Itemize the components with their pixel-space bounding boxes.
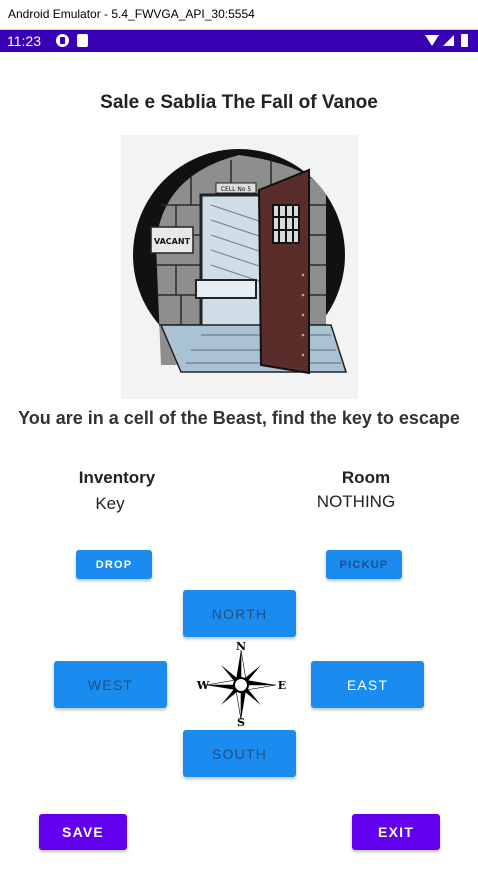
sd-card-icon <box>77 34 88 47</box>
compass-s: S <box>237 716 245 729</box>
cell-plate: CELL No 5 <box>221 186 252 193</box>
pickup-button[interactable]: PICKUP <box>326 550 402 579</box>
drop-button[interactable]: DROP <box>76 550 152 579</box>
cell-illustration: CELL No 5 VACANT <box>121 135 358 399</box>
vacant-sign: VACANT <box>154 237 191 246</box>
east-button[interactable]: EAST <box>311 661 424 708</box>
status-bar: 11:23 <box>0 30 478 52</box>
battery-icon <box>461 34 468 47</box>
save-button[interactable]: SAVE <box>39 814 127 850</box>
emulator-title: Android Emulator - 5.4_FWVGA_API_30:5554 <box>8 7 255 21</box>
status-time: 11:23 <box>7 33 41 49</box>
inventory-heading: Inventory <box>78 468 156 487</box>
compass-w: W <box>196 679 210 692</box>
wifi-icon <box>425 35 439 46</box>
west-button[interactable]: WEST <box>54 661 167 708</box>
compass-rose-icon: N S E W <box>196 640 286 730</box>
signal-icon <box>443 35 454 46</box>
game-message: You are in a cell of the Beast, find the… <box>18 408 460 428</box>
exit-button[interactable]: EXIT <box>352 814 440 850</box>
emulator-titlebar: Android Emulator - 5.4_FWVGA_API_30:5554 <box>0 0 478 30</box>
game-title: Sale e Sablia The Fall of Vanoe <box>100 92 378 113</box>
compass-n: N <box>236 640 246 653</box>
room-value: NOTHING <box>316 492 396 511</box>
inventory-value: Key <box>95 494 125 513</box>
notification-icon <box>56 34 69 47</box>
compass-e: E <box>278 679 286 692</box>
room-heading: Room <box>341 468 391 487</box>
south-button[interactable]: SOUTH <box>183 730 296 777</box>
north-button[interactable]: NORTH <box>183 590 296 637</box>
